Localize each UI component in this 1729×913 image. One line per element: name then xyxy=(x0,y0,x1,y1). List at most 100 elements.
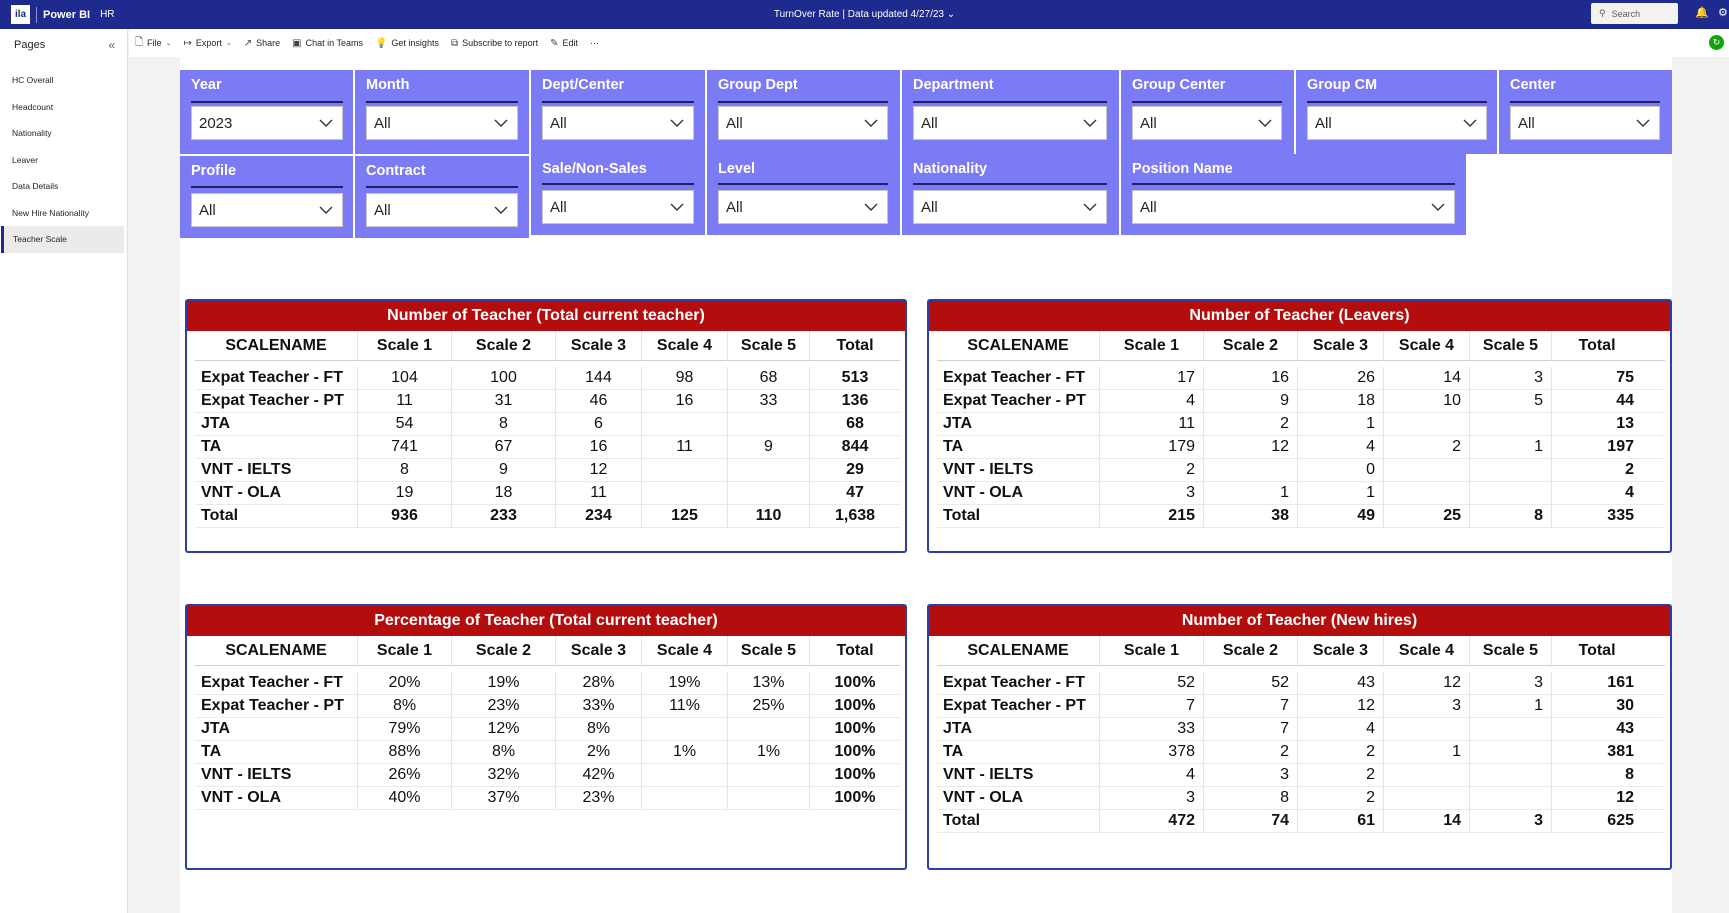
table-row[interactable]: TA 88% 8% 2% 1% 1% 100% xyxy=(195,741,900,764)
table-row[interactable]: VNT - OLA 3 8 2 12 xyxy=(937,787,1665,810)
column-header[interactable]: Scale 2 xyxy=(1204,636,1298,665)
group-center-dropdown[interactable]: All xyxy=(1132,106,1282,140)
table-row[interactable]: Expat Teacher - FT 52 52 43 12 3 161 xyxy=(937,672,1665,695)
collapse-pages-icon[interactable]: « xyxy=(108,38,115,52)
table-row[interactable]: VNT - OLA 19 18 11 47 xyxy=(195,482,900,505)
contract-dropdown[interactable]: All xyxy=(366,193,518,227)
table-row[interactable]: VNT - OLA 3 1 1 4 xyxy=(937,482,1665,505)
export-menu[interactable]: ↦ Export ⌄ xyxy=(183,38,231,49)
column-header[interactable]: Scale 1 xyxy=(358,636,452,665)
table-row[interactable]: JTA 79% 12% 8% 100% xyxy=(195,718,900,741)
column-header[interactable]: Scale 4 xyxy=(642,636,728,665)
year-dropdown[interactable]: 2023 xyxy=(191,106,343,140)
column-header[interactable]: Scale 3 xyxy=(1298,636,1384,665)
table-total-row[interactable]: Total 936 233 234 125 110 1,638 xyxy=(195,505,900,528)
level-dropdown[interactable]: All xyxy=(718,190,888,224)
search-box[interactable]: ⚲ Search xyxy=(1591,3,1678,24)
column-header[interactable]: Total xyxy=(1552,331,1642,360)
column-header[interactable]: Scale 2 xyxy=(452,331,556,360)
profile-dropdown[interactable]: All xyxy=(191,193,343,227)
refresh-icon[interactable]: ↻ xyxy=(1709,35,1724,50)
notification-bell-icon[interactable]: 🔔 xyxy=(1695,6,1709,19)
table-row[interactable]: VNT - IELTS 8 9 12 29 xyxy=(195,459,900,482)
table-row[interactable]: VNT - OLA 40% 37% 23% 100% xyxy=(195,787,900,810)
column-header[interactable]: Scale 3 xyxy=(1298,331,1384,360)
workspace-name[interactable]: HR xyxy=(100,9,114,20)
export-label: Export xyxy=(195,38,222,48)
column-header[interactable]: Scale 5 xyxy=(1470,636,1552,665)
more-options-button[interactable]: ··· xyxy=(590,38,599,48)
table-row[interactable]: JTA 11 2 1 13 xyxy=(937,413,1665,436)
table-row[interactable]: Expat Teacher - PT 7 7 12 3 1 30 xyxy=(937,695,1665,718)
table-row[interactable]: JTA 33 7 4 43 xyxy=(937,718,1665,741)
table-row[interactable]: TA 741 67 16 11 9 844 xyxy=(195,436,900,459)
app-name[interactable]: Power BI xyxy=(43,9,90,21)
table-row[interactable]: Expat Teacher - PT 11 31 46 16 33 136 xyxy=(195,390,900,413)
group-dept-dropdown[interactable]: All xyxy=(718,106,888,140)
page-teacher-scale[interactable]: Teacher Scale xyxy=(1,226,124,253)
center-dropdown[interactable]: All xyxy=(1510,106,1660,140)
table-total-row[interactable]: Total 472 74 61 14 3 625 xyxy=(937,810,1665,833)
chevron-down-icon[interactable]: ⌄ xyxy=(947,9,955,20)
column-header[interactable]: Scale 5 xyxy=(728,636,810,665)
column-header[interactable]: Scale 1 xyxy=(358,331,452,360)
column-header[interactable]: Scale 1 xyxy=(1100,331,1204,360)
column-header[interactable]: SCALENAME xyxy=(195,636,358,665)
page-data-details[interactable]: Data Details xyxy=(0,173,127,200)
edit-button[interactable]: ✎ Edit xyxy=(550,38,578,49)
table-row[interactable]: TA 378 2 2 1 381 xyxy=(937,741,1665,764)
table-row[interactable]: Expat Teacher - PT 8% 23% 33% 11% 25% 100% xyxy=(195,695,900,718)
column-header[interactable]: Scale 5 xyxy=(728,331,810,360)
get-insights-button[interactable]: 💡 Get insights xyxy=(375,38,439,49)
nationality-dropdown[interactable]: All xyxy=(913,190,1107,224)
share-button[interactable]: ↗ Share xyxy=(244,38,280,49)
column-header[interactable]: Scale 4 xyxy=(642,331,728,360)
row-label: Expat Teacher - FT xyxy=(195,367,358,389)
column-header[interactable]: Scale 2 xyxy=(1204,331,1298,360)
chevron-down-icon: ⌄ xyxy=(225,40,232,47)
page-leaver[interactable]: Leaver xyxy=(0,147,127,174)
column-header[interactable]: Scale 5 xyxy=(1470,331,1552,360)
column-header[interactable]: SCALENAME xyxy=(937,331,1100,360)
table-row[interactable]: JTA 54 8 6 68 xyxy=(195,413,900,436)
table-cell: 25 xyxy=(1384,505,1470,527)
dept-center-dropdown[interactable]: All xyxy=(542,106,694,140)
table-cell: 29 xyxy=(846,461,864,478)
month-dropdown[interactable]: All xyxy=(366,106,518,140)
table-row[interactable]: Expat Teacher - FT 20% 19% 28% 19% 13% 100% xyxy=(195,672,900,695)
column-header[interactable]: Scale 4 xyxy=(1384,636,1470,665)
sale-dropdown[interactable]: All xyxy=(542,190,694,224)
position-dropdown[interactable]: All xyxy=(1132,190,1455,224)
page-nationality[interactable]: Nationality xyxy=(0,120,127,147)
page-hc-overall[interactable]: HC Overall xyxy=(0,67,127,94)
table-row[interactable]: VNT - IELTS 26% 32% 42% 100% xyxy=(195,764,900,787)
column-header[interactable]: Total xyxy=(810,331,900,360)
subscribe-button[interactable]: ⧉ Subscribe to report xyxy=(451,38,538,49)
table-row[interactable]: VNT - IELTS 2 0 2 xyxy=(937,459,1665,482)
settings-gear-icon[interactable]: ⚙ xyxy=(1718,6,1728,19)
table-row[interactable]: VNT - IELTS 4 3 2 8 xyxy=(937,764,1665,787)
table-total-row[interactable]: Total 215 38 49 25 8 335 xyxy=(937,505,1665,528)
table-row[interactable]: Expat Teacher - FT 17 16 26 14 3 75 xyxy=(937,367,1665,390)
column-header[interactable]: Total xyxy=(810,636,900,665)
department-dropdown[interactable]: All xyxy=(913,106,1107,140)
column-header[interactable]: Scale 3 xyxy=(556,636,642,665)
column-header[interactable]: Scale 3 xyxy=(556,331,642,360)
slicer-label: Position Name xyxy=(1132,161,1233,177)
column-header[interactable]: Scale 2 xyxy=(452,636,556,665)
data-updated[interactable]: Data updated 4/27/23 xyxy=(848,9,944,20)
page-new-hire-nationality[interactable]: New Hire Nationality xyxy=(0,200,127,227)
column-header[interactable]: Scale 1 xyxy=(1100,636,1204,665)
page-headcount[interactable]: Headcount xyxy=(0,94,127,121)
group-cm-dropdown[interactable]: All xyxy=(1307,106,1487,140)
column-header[interactable]: SCALENAME xyxy=(195,331,358,360)
file-menu[interactable]: 🗋 File ⌄ xyxy=(135,35,171,52)
table-row[interactable]: Expat Teacher - PT 4 9 18 10 5 44 xyxy=(937,390,1665,413)
column-header[interactable]: SCALENAME xyxy=(937,636,1100,665)
column-header[interactable]: Total xyxy=(1552,636,1642,665)
column-header[interactable]: Scale 4 xyxy=(1384,331,1470,360)
table-row[interactable]: TA 179 12 4 2 1 197 xyxy=(937,436,1665,459)
table-cell xyxy=(728,459,810,481)
chat-in-teams-button[interactable]: ▣ Chat in Teams xyxy=(292,38,363,49)
table-row[interactable]: Expat Teacher - FT 104 100 144 98 68 513 xyxy=(195,367,900,390)
